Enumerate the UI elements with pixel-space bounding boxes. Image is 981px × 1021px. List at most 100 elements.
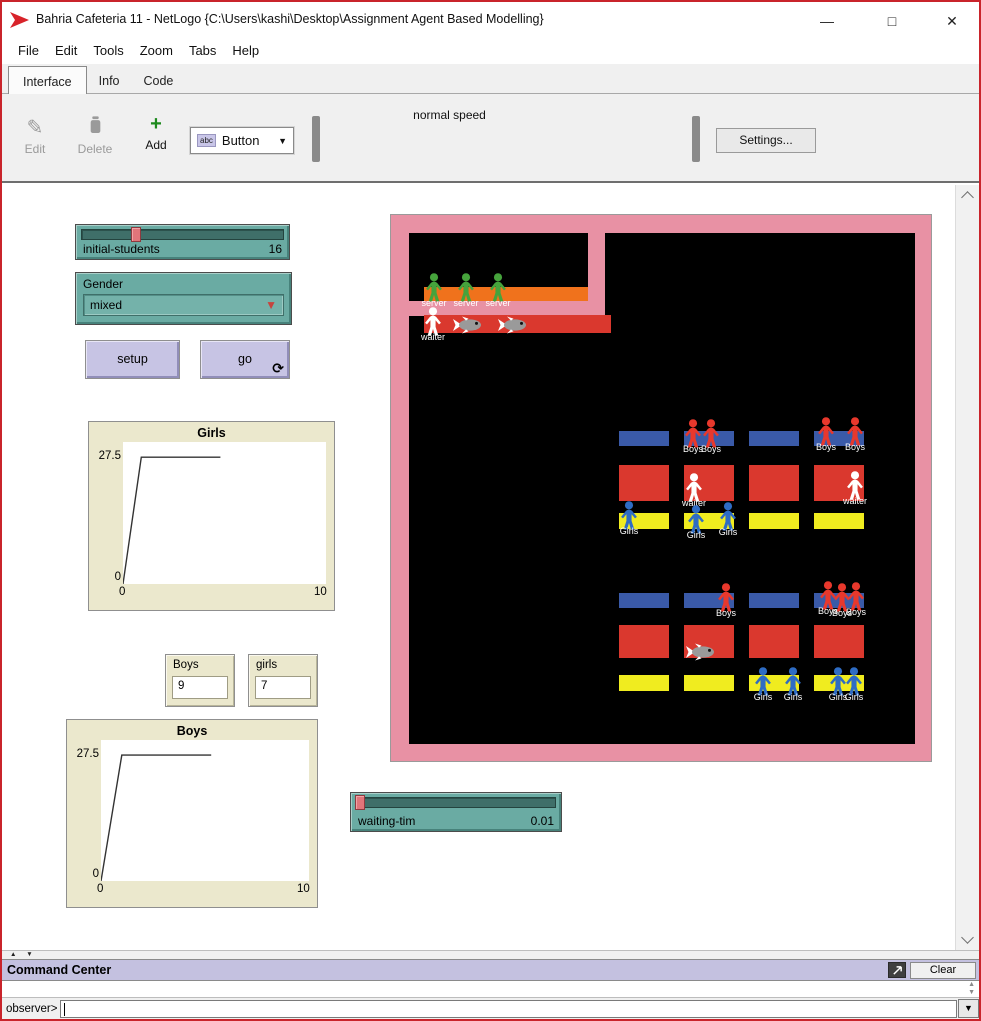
agent-label: Girls <box>687 530 706 540</box>
slider-labels: initial-students16 <box>83 242 282 256</box>
command-center-splitter[interactable]: ▲ ▼ <box>2 950 979 959</box>
blue-table <box>619 593 669 608</box>
server-agent: server <box>455 273 477 303</box>
slider-handle[interactable] <box>355 795 365 810</box>
agent-label: waiter <box>421 332 445 342</box>
red-table <box>749 625 799 658</box>
plot-canvas <box>123 442 326 584</box>
red-table <box>619 465 669 501</box>
output-scroll-arrows[interactable]: ▲▼ <box>968 981 975 997</box>
chooser-label: Gender <box>83 277 123 291</box>
fish-icon <box>453 316 483 339</box>
slider-track[interactable] <box>356 797 556 808</box>
red-table <box>814 625 864 658</box>
monitor-value: 9 <box>172 676 228 699</box>
agent-label: Boys <box>846 607 866 617</box>
tab-info[interactable]: Info <box>87 67 132 94</box>
scroll-down-icon[interactable] <box>961 931 974 944</box>
agent-label: Girls <box>754 692 773 702</box>
plot-girls: Girls27.50010 <box>88 421 335 611</box>
command-center-header: Command Center Clear <box>2 959 979 981</box>
plot-x-min: 0 <box>119 586 125 598</box>
boy-agent: Boys <box>700 419 722 449</box>
waiter-agent: waiter <box>683 473 705 503</box>
slider-initial-students[interactable]: initial-students16 <box>75 224 290 260</box>
monitor-girls: girls7 <box>248 654 318 707</box>
agent-label: waiter <box>843 496 867 506</box>
pencil-icon: ✎ <box>16 116 54 142</box>
widget-type-label: Button <box>222 133 260 148</box>
menu-tabs[interactable]: Tabs <box>181 38 224 62</box>
close-button[interactable]: ✕ <box>930 8 974 34</box>
girl-agent: Girls <box>618 501 640 531</box>
server-agent: server <box>487 273 509 303</box>
agent-label: server <box>453 298 478 308</box>
menu-zoom[interactable]: Zoom <box>132 38 181 62</box>
slider-waiting-tim[interactable]: waiting-tim0.01 <box>350 792 562 832</box>
yellow-table <box>814 513 864 529</box>
trash-icon <box>72 116 118 142</box>
monitor-value: 7 <box>255 676 311 699</box>
girl-agent: Girls <box>843 667 865 697</box>
vertical-scrollbar[interactable] <box>955 185 979 950</box>
menu-edit[interactable]: Edit <box>47 38 85 62</box>
waiter-agent: waiter <box>422 307 444 337</box>
yellow-table <box>749 513 799 529</box>
slider-handle[interactable] <box>131 227 141 242</box>
world-view[interactable]: server server server waiter Boys Boys Bo… <box>390 214 932 762</box>
plot-y-min: 0 <box>69 868 99 880</box>
setup-button[interactable]: setup <box>85 340 180 379</box>
combo-arrow-icon: ▼ <box>278 136 287 146</box>
red-table <box>619 625 669 658</box>
plus-icon: + <box>136 112 176 138</box>
command-center-title: Command Center <box>2 963 111 977</box>
slider-track[interactable] <box>81 229 284 240</box>
command-input[interactable] <box>60 1000 957 1018</box>
tab-code[interactable]: Code <box>132 67 186 94</box>
menu-tools[interactable]: Tools <box>85 38 131 62</box>
export-icon[interactable] <box>888 962 906 978</box>
plot-canvas <box>101 740 309 881</box>
blue-table <box>619 431 669 446</box>
red-table <box>749 465 799 501</box>
agent-label: server <box>485 298 510 308</box>
slider-labels: waiting-tim0.01 <box>358 814 554 828</box>
netlogo-window: Bahria Cafeteria 11 - NetLogo {C:\Users\… <box>0 0 981 1021</box>
clear-button[interactable]: Clear <box>910 962 976 979</box>
speed-label: normal speed <box>347 108 552 122</box>
boy-agent: Boys <box>815 417 837 447</box>
observer-row: observer> ▼ <box>2 998 979 1019</box>
maximize-button[interactable]: □ <box>870 8 914 34</box>
girl-agent: Girls <box>782 667 804 697</box>
netlogo-icon <box>10 11 30 29</box>
agent-label: Girls <box>620 526 639 536</box>
server-agent: server <box>423 273 445 303</box>
settings-button[interactable]: Settings... <box>716 128 816 153</box>
waiter-agent: waiter <box>844 471 866 501</box>
slider-name: initial-students <box>83 242 160 256</box>
go-button[interactable]: go ⟳ <box>200 340 290 379</box>
command-output[interactable]: ▲▼ <box>2 981 979 998</box>
yellow-table <box>619 675 669 691</box>
menu-help[interactable]: Help <box>224 38 267 62</box>
menu-file[interactable]: File <box>10 38 47 62</box>
gender-chooser[interactable]: Gender mixed ▼ <box>75 272 292 325</box>
minimize-button[interactable]: — <box>805 8 849 34</box>
tab-interface[interactable]: Interface <box>8 66 87 97</box>
add-tool[interactable]: + Add <box>136 112 176 152</box>
girl-agent: Girls <box>717 502 739 532</box>
plot-boys: Boys27.50010 <box>66 719 318 908</box>
plot-y-max: 27.5 <box>69 748 99 760</box>
chooser-dropdown[interactable]: mixed ▼ <box>83 294 284 316</box>
toolbar-separator-2 <box>692 116 700 162</box>
delete-tool[interactable]: Delete <box>72 116 118 156</box>
girl-agent: Girls <box>752 667 774 697</box>
edit-tool[interactable]: ✎ Edit <box>16 116 54 156</box>
scroll-up-icon[interactable] <box>961 191 974 204</box>
boy-agent: Boys <box>844 417 866 447</box>
plot-x-min: 0 <box>97 883 103 895</box>
plot-title: Boys <box>67 724 317 738</box>
menu-bar: FileEditToolsZoomTabsHelp <box>2 38 979 64</box>
history-dropdown-icon[interactable]: ▼ <box>958 999 979 1018</box>
widget-type-combo[interactable]: abc Button ▼ <box>190 127 294 154</box>
